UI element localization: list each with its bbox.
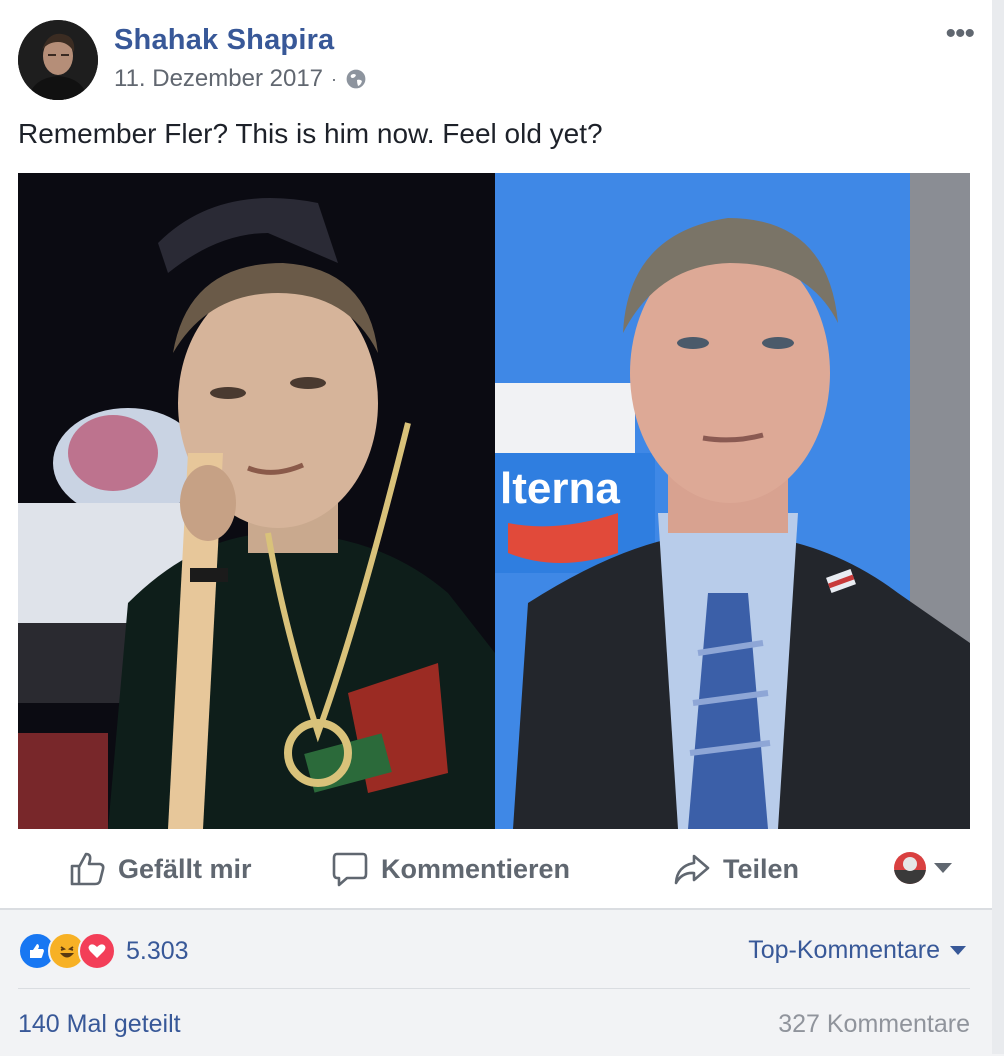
caret-down-icon — [950, 946, 966, 955]
reaction-count: 5.303 — [126, 936, 189, 965]
footer-divider — [18, 988, 970, 989]
like-button[interactable]: Gefällt mir — [68, 838, 252, 900]
post-footer: 5.303 Top-Kommentare 140 Mal geteilt 327… — [0, 908, 1004, 1056]
post-date[interactable]: 11. Dezember 2017 — [114, 65, 323, 93]
reactions-summary[interactable]: 5.303 — [18, 932, 189, 970]
author-name[interactable]: Shahak Shapira — [114, 24, 334, 57]
post-photo[interactable]: lterna — [18, 173, 970, 829]
meta-separator: · — [331, 68, 338, 89]
comment-button[interactable]: Kommentieren — [331, 838, 570, 900]
page-avatar — [894, 852, 926, 884]
love-reaction-icon — [78, 932, 116, 970]
share-label: Teilen — [723, 853, 800, 884]
post-as-selector[interactable] — [894, 852, 954, 884]
sign-text: lterna — [500, 464, 620, 513]
comment-icon — [332, 852, 368, 887]
page-edge — [992, 0, 1004, 1054]
share-button[interactable]: Teilen — [673, 838, 799, 900]
post-meta: 11. Dezember 2017 · — [114, 64, 367, 94]
chevron-down-icon — [934, 863, 952, 873]
like-label: Gefällt mir — [118, 853, 252, 884]
share-icon — [674, 854, 710, 885]
action-bar: Gefällt mir Kommentieren Teilen — [0, 838, 1004, 900]
comment-sort-label: Top-Kommentare — [748, 936, 940, 964]
shares-count[interactable]: 140 Mal geteilt — [18, 1010, 181, 1039]
globe-icon[interactable] — [345, 68, 367, 90]
facebook-post: Shahak Shapira 11. Dezember 2017 · ••• R… — [0, 0, 1004, 1056]
comment-label: Kommentieren — [381, 853, 571, 884]
comment-sort-dropdown[interactable]: Top-Kommentare — [748, 936, 966, 965]
left-photo-panel — [18, 173, 495, 829]
author-avatar[interactable] — [18, 20, 98, 100]
thumbs-up-icon — [70, 852, 105, 886]
post-text: Remember Fler? This is him now. Feel old… — [18, 118, 603, 149]
right-photo-panel: lterna — [495, 173, 970, 829]
more-options-button[interactable]: ••• — [945, 19, 974, 49]
comments-count[interactable]: 327 Kommentare — [778, 1010, 970, 1039]
